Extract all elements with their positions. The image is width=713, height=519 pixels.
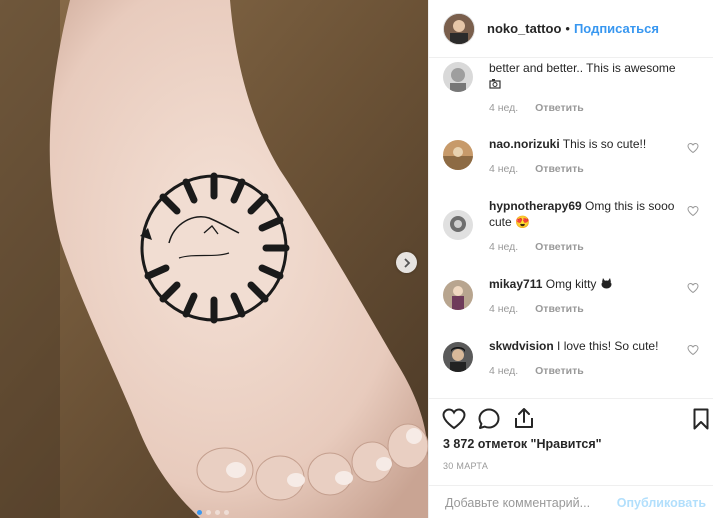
next-slide-button[interactable] [396,252,417,273]
carousel-dot-2 [206,510,211,515]
share-upload-icon[interactable] [514,407,534,429]
comment-username[interactable]: nao.norizuki [489,137,560,151]
comments-list[interactable]: better and better.. This is awesome 4 не… [429,58,713,398]
avatar-image [443,342,473,372]
commenter-avatar[interactable] [443,210,473,240]
commenter-avatar[interactable] [443,62,473,92]
comment-username[interactable]: skwdvision [489,339,554,353]
comment-like-heart-icon[interactable] [687,344,699,356]
comment-text: better and better.. This is awesome [489,61,676,75]
commenter-avatar[interactable] [443,280,473,310]
reply-button[interactable]: Ответить [535,241,584,253]
carousel-dot-3 [215,510,220,515]
comment-meta: 4 нед. Ответить [489,365,598,377]
avatar-image [443,140,473,170]
comment-text-wrap: better and better.. This is awesome [489,60,679,92]
reply-button[interactable]: Ответить [535,102,584,114]
comment-username[interactable]: mikay711 [489,277,542,291]
camera-emoji-icon [489,79,501,89]
reply-button[interactable]: Ответить [535,163,584,175]
commenter-avatar[interactable] [443,140,473,170]
follow-button[interactable]: Подписаться [574,21,659,36]
comment-username[interactable]: hypnotherapy69 [489,199,582,213]
carousel-dot-4 [224,510,229,515]
comment-age: 4 нед. [489,163,519,175]
post-date[interactable]: 30 марта [443,461,488,471]
avatar-image [443,210,473,240]
commenter-avatar[interactable] [443,342,473,372]
publish-button[interactable]: Опубликовать [617,496,706,510]
comment-like-heart-icon[interactable] [687,142,699,154]
chevron-right-icon [403,257,410,268]
reply-button[interactable]: Ответить [535,303,584,315]
comment-text: I love this! So cute! [557,339,659,353]
comment-age: 4 нед. [489,102,519,114]
author-avatar[interactable] [443,12,475,45]
like-heart-icon[interactable] [442,408,466,430]
comment-composer: Опубликовать [429,485,713,519]
comment-bubble-icon[interactable] [478,408,500,430]
comment-text: This is so cute!! [562,137,647,151]
author-username[interactable]: noko_tattoo [487,21,561,36]
comment-meta: 4 нед. Ответить [489,163,598,175]
post-header: noko_tattoo • Подписаться [429,0,713,58]
comment-text-wrap: hypnotherapy69 Omg this is sooo cute 😍 [489,198,679,230]
carousel-dot-1 [197,510,202,515]
cat-emoji-icon [601,278,612,289]
comment-meta: 4 нед. Ответить [489,102,598,114]
likes-count[interactable]: 3 872 отметок "Нравится" [443,437,602,451]
comment-text-wrap: skwdvision I love this! So cute! [489,338,679,354]
bookmark-icon[interactable] [693,408,709,430]
comment-text: Omg kitty [545,277,597,291]
foot-tattoo-photo [0,0,428,518]
comment-age: 4 нед. [489,365,519,377]
comment-meta: 4 нед. Ответить [489,303,598,315]
avatar-image [443,62,473,92]
carousel-indicator [197,510,229,515]
comment-input[interactable] [443,495,627,511]
post-sidebar: noko_tattoo • Подписаться better and bet… [428,0,713,518]
comment-age: 4 нед. [489,241,519,253]
post-actions: 3 872 отметок "Нравится" 30 марта Опубли… [429,398,713,518]
reply-button[interactable]: Ответить [535,365,584,377]
comment-like-heart-icon[interactable] [687,282,699,294]
comment-like-heart-icon[interactable] [687,205,699,217]
header-separator: • [565,21,570,36]
avatar-image [443,280,473,310]
comment-text-wrap: mikay711 Omg kitty [489,276,679,292]
post-photo[interactable] [0,0,428,518]
cat-tattoo [140,172,290,324]
comment-text-wrap: nao.norizuki This is so cute!! [489,136,679,152]
comment-meta: 4 нед. Ответить [489,241,598,253]
comment-age: 4 нед. [489,303,519,315]
avatar-image [444,13,474,44]
